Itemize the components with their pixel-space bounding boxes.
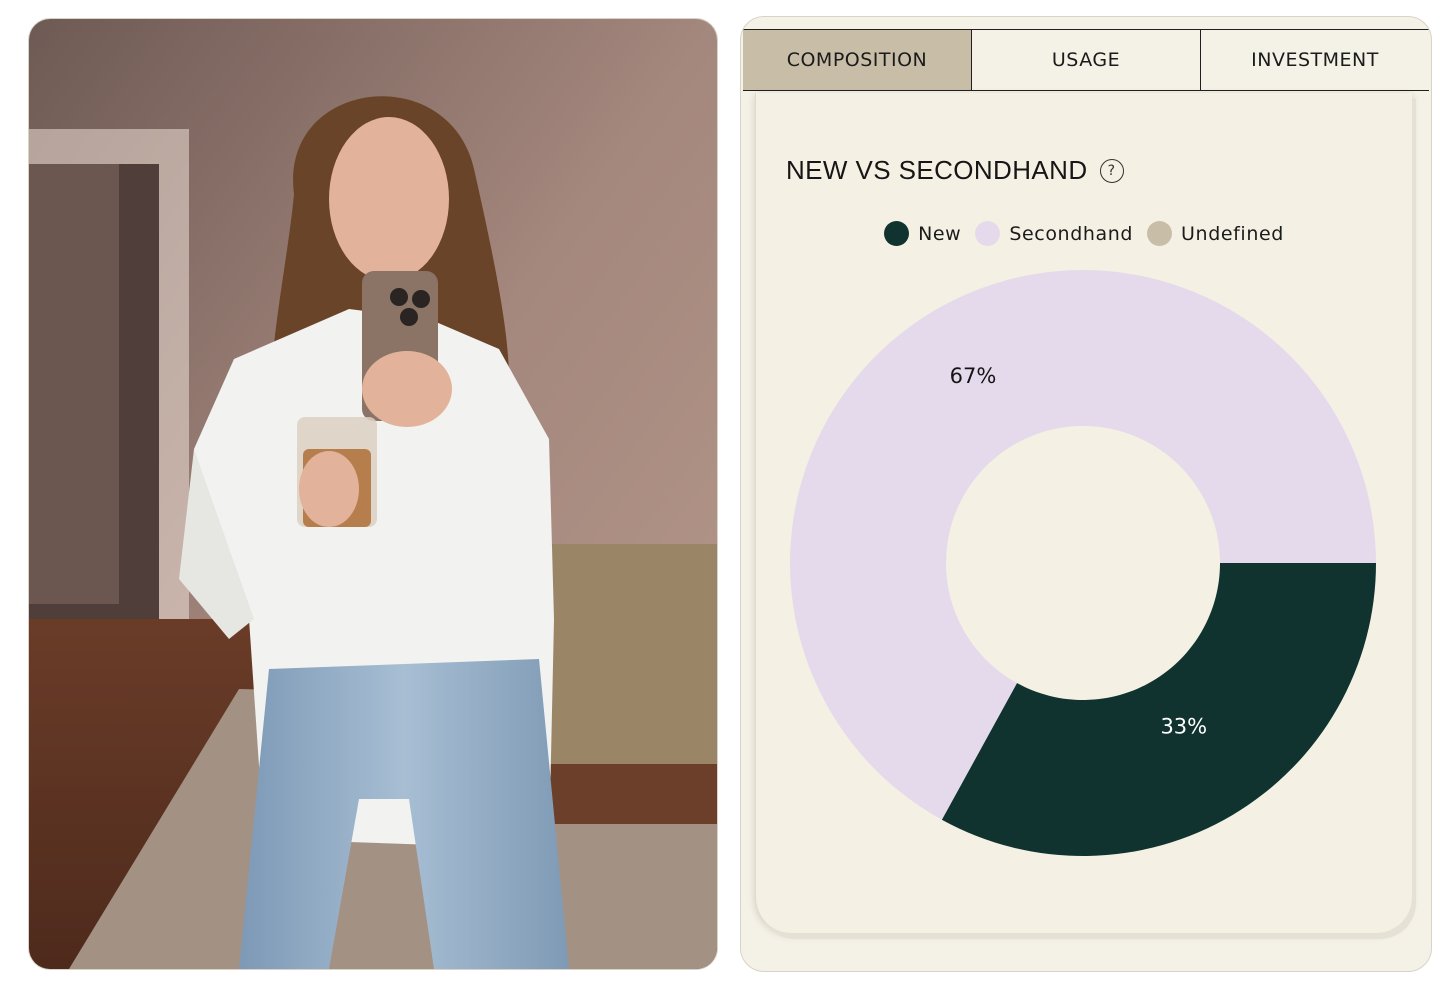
tab-usage[interactable]: USAGE (972, 30, 1201, 90)
chart-legend: New Secondhand Undefined (756, 221, 1412, 246)
legend-item-new[interactable]: New (884, 221, 961, 246)
legend-swatch-undefined (1147, 221, 1173, 246)
slice-label-new: 33% (1160, 714, 1207, 738)
mirror-selfie-illustration (29, 19, 717, 969)
donut-slice-new[interactable] (941, 563, 1376, 856)
new-vs-secondhand-card: 33% 67% NEW VS SECONDHAND ? New Secondhan… (755, 93, 1412, 933)
tab-investment[interactable]: INVESTMENT (1201, 30, 1429, 90)
tab-composition[interactable]: COMPOSITION (743, 30, 972, 90)
legend-item-undefined[interactable]: Undefined (1147, 221, 1284, 246)
outfit-photo (28, 18, 718, 970)
donut-chart: 33% 67% (790, 269, 1376, 856)
legend-swatch-new (884, 221, 910, 246)
legend-label-new: New (918, 222, 962, 245)
insight-tabs: COMPOSITION USAGE INVESTMENT (743, 29, 1429, 91)
card-title: NEW VS SECONDHAND ? (786, 155, 1124, 186)
slice-label-secondhand: 67% (950, 364, 997, 388)
card-title-text: NEW VS SECONDHAND (786, 155, 1088, 185)
legend-label-undefined: Undefined (1181, 222, 1284, 245)
question-circle-icon[interactable]: ? (1099, 158, 1124, 183)
wardrobe-insights-panel: COMPOSITION USAGE INVESTMENT 33% 67% NEW … (740, 16, 1432, 972)
legend-item-secondhand[interactable]: Secondhand (975, 221, 1133, 246)
legend-label-secondhand: Secondhand (1009, 222, 1134, 245)
legend-swatch-secondhand (975, 221, 1001, 246)
